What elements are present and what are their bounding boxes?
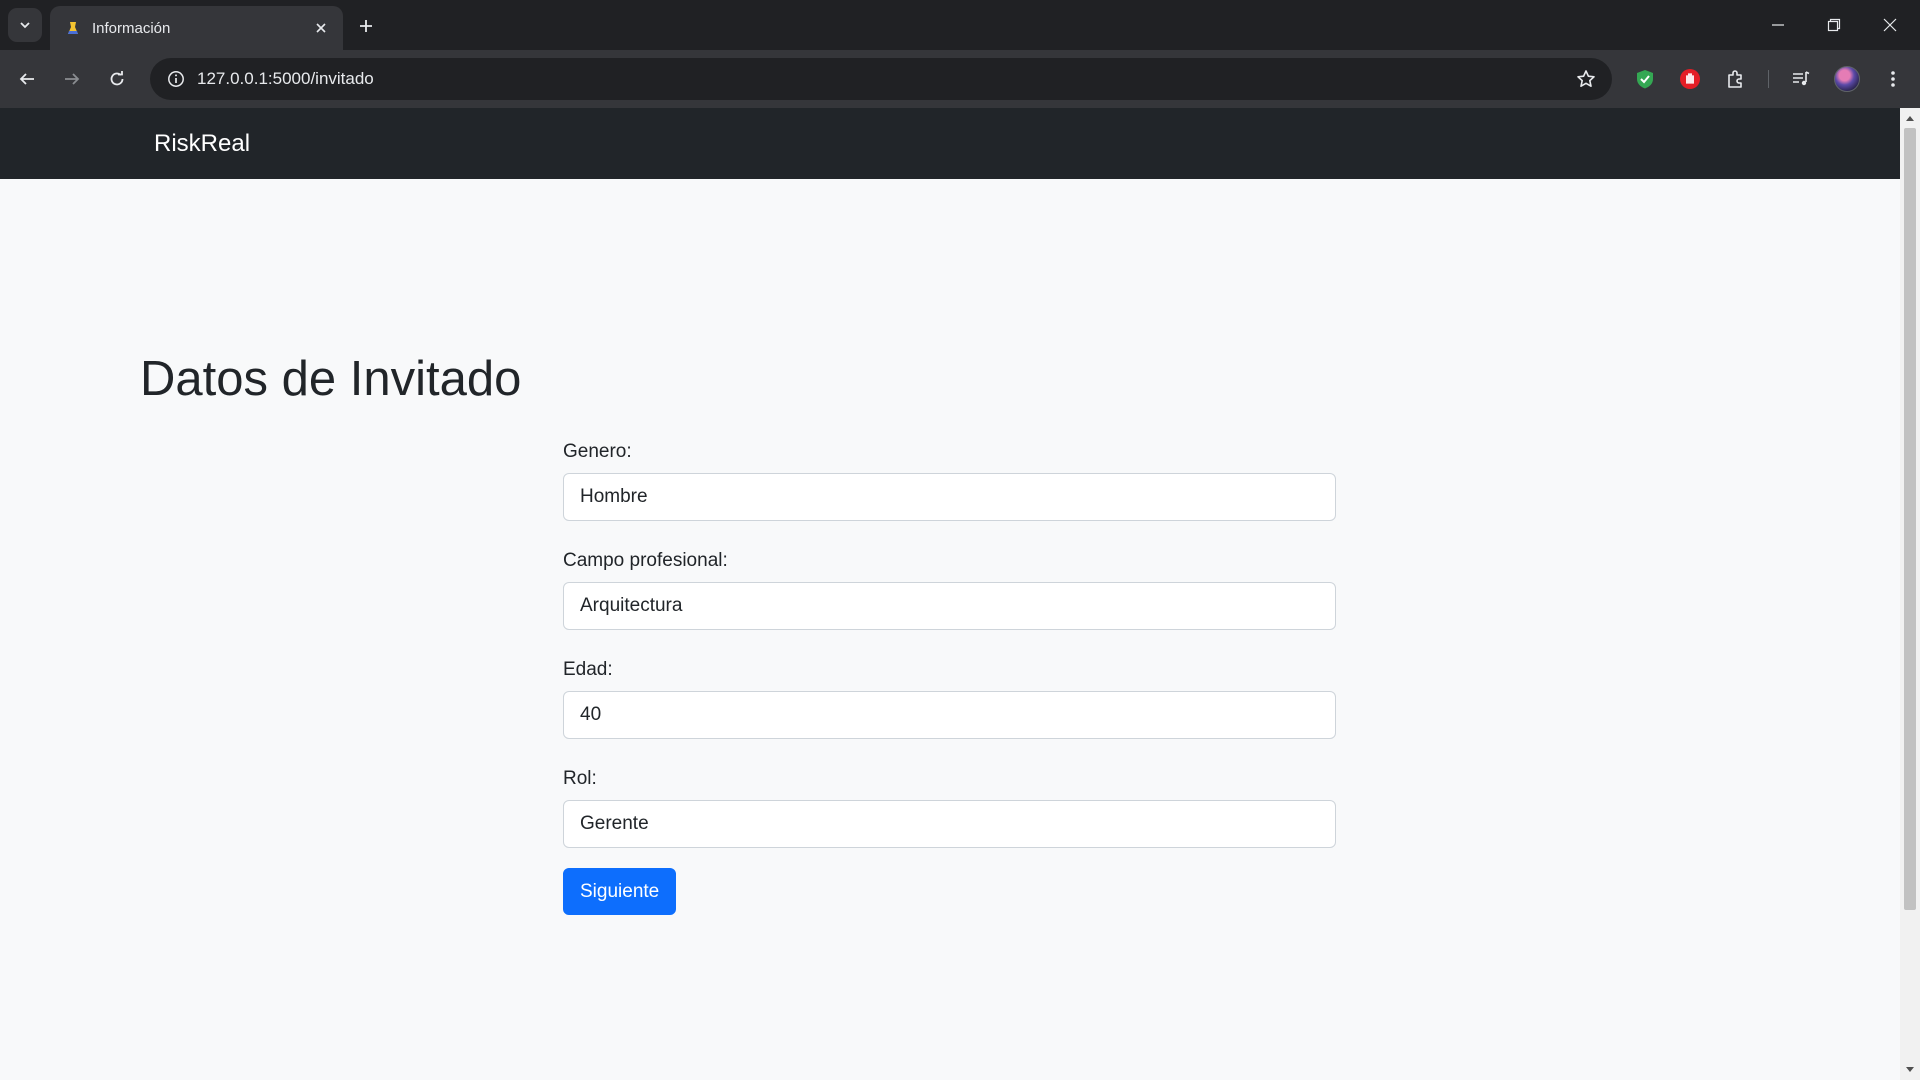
age-input[interactable] <box>563 691 1336 739</box>
media-queue-icon <box>1793 71 1810 86</box>
chevron-down-icon <box>20 22 30 29</box>
close-icon <box>1883 18 1897 32</box>
browser-menu-button[interactable] <box>1875 61 1911 97</box>
close-icon <box>316 23 326 33</box>
triangle-down-icon <box>1906 1067 1914 1072</box>
professional-field-label: Campo profesional: <box>563 550 728 571</box>
forward-button[interactable] <box>54 61 90 97</box>
media-controls-button[interactable] <box>1783 61 1819 97</box>
shield-extension-icon <box>1637 70 1653 89</box>
url-text[interactable]: 127.0.0.1:5000/invitado <box>197 69 374 89</box>
close-window-button[interactable] <box>1862 0 1918 50</box>
site-info-button[interactable] <box>160 63 192 95</box>
page-title: Datos de Invitado <box>140 352 522 406</box>
page-viewport: RiskReal Datos de Invitado Genero: Campo… <box>0 108 1920 1080</box>
scroll-up-button[interactable] <box>1900 108 1920 128</box>
tab-search-button[interactable] <box>8 8 42 42</box>
new-tab-button[interactable] <box>352 12 380 40</box>
flask-favicon-icon <box>64 19 82 37</box>
restore-icon <box>1827 18 1841 32</box>
extension-shield-button[interactable] <box>1627 61 1663 97</box>
bookmark-button[interactable] <box>1570 63 1602 95</box>
arrow-right-icon <box>65 73 80 85</box>
star-icon <box>1577 70 1595 87</box>
role-label: Rol: <box>563 768 597 789</box>
minimize-button[interactable] <box>1750 0 1806 50</box>
kebab-menu-icon <box>1891 71 1895 87</box>
navbar-brand[interactable]: RiskReal <box>154 130 250 158</box>
tab-title: Información <box>92 19 171 37</box>
guest-form: Genero: Campo profesional: Edad: Rol: Si… <box>563 440 1336 915</box>
info-icon <box>168 71 184 87</box>
page-scrollbar[interactable] <box>1900 108 1920 1080</box>
role-input[interactable] <box>563 800 1336 848</box>
address-bar[interactable]: 127.0.0.1:5000/invitado <box>150 58 1612 100</box>
reload-button[interactable] <box>99 61 135 97</box>
scroll-down-button[interactable] <box>1900 1060 1920 1080</box>
next-button[interactable]: Siguiente <box>563 868 677 915</box>
toolbar-separator <box>1768 70 1769 88</box>
extensions-button[interactable] <box>1717 61 1753 97</box>
profile-avatar[interactable] <box>1834 66 1860 92</box>
plus-icon <box>360 20 372 32</box>
gender-label: Genero: <box>563 441 632 462</box>
back-button[interactable] <box>9 61 45 97</box>
arrow-left-icon <box>19 73 34 85</box>
restore-button[interactable] <box>1806 0 1862 50</box>
extension-stop-button[interactable] <box>1672 61 1708 97</box>
gender-input[interactable] <box>563 473 1336 521</box>
scroll-thumb[interactable] <box>1904 128 1916 910</box>
tab-strip: Información <box>0 0 1920 50</box>
puzzle-icon <box>1728 70 1742 88</box>
age-label: Edad: <box>563 659 613 680</box>
reload-icon <box>110 71 124 86</box>
minimize-icon <box>1772 24 1784 26</box>
browser-toolbar: 127.0.0.1:5000/invitado <box>0 50 1920 108</box>
stop-hand-extension-icon <box>1680 69 1700 89</box>
professional-field-input[interactable] <box>563 582 1336 630</box>
navbar: RiskReal <box>0 108 1900 179</box>
tab-close-button[interactable] <box>309 16 333 40</box>
active-tab[interactable]: Información <box>50 6 343 50</box>
triangle-up-icon <box>1906 116 1914 121</box>
